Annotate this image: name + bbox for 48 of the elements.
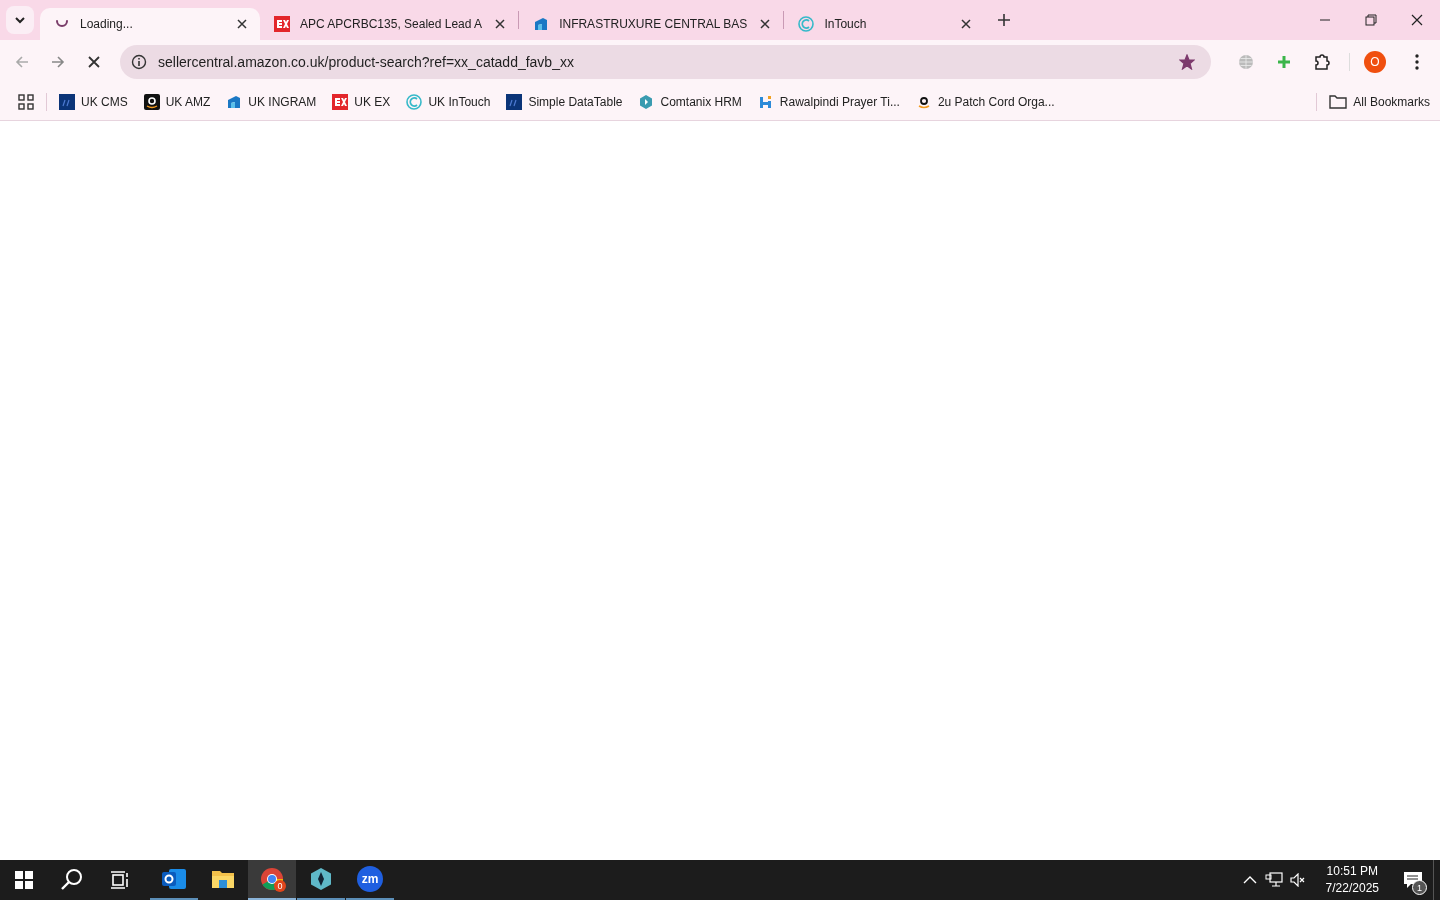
browser-tab[interactable]: APC APCRBC135, Sealed Lead A [260, 8, 519, 40]
browser-tab[interactable]: InTouch [784, 8, 985, 40]
bookmark-link[interactable]: UK INGRAM [248, 95, 317, 109]
df-logo-icon [506, 94, 523, 110]
tab-title: InTouch [824, 17, 868, 31]
loading-spinner-icon [56, 20, 68, 28]
notification-count-badge: 1 [1412, 880, 1427, 895]
ex-logo-icon [274, 16, 290, 32]
amazon-logo-icon [143, 94, 160, 110]
clock-date: 7/22/2025 [1325, 880, 1379, 897]
bookmark-link[interactable]: Comtanix HRM [660, 95, 742, 109]
folder-app-icon [211, 868, 235, 890]
bookmark-link[interactable]: UK AMZ [165, 95, 211, 109]
taskbar-app-button[interactable]: zm [346, 860, 394, 900]
tab-search-dropdown-icon[interactable] [6, 6, 34, 34]
intouch-logo-icon [406, 94, 423, 110]
ingram-logo-icon [533, 16, 550, 32]
tab-title: Loading... [80, 17, 134, 31]
taskbar-app-button[interactable]: 0 [248, 860, 296, 900]
hexagon-app-icon [309, 867, 333, 891]
browser-tab[interactable]: Loading... [40, 8, 260, 40]
intouch-logo-icon [798, 16, 815, 32]
folder-icon [1329, 95, 1348, 109]
h-logo-icon [757, 94, 774, 110]
bookmark-link[interactable]: 2u Patch Cord Orga... [937, 95, 1055, 109]
tab-title: APC APCRBC135, Sealed Lead A [300, 17, 483, 31]
ex-logo-icon [332, 94, 349, 110]
notification-count-badge: 0 [274, 880, 286, 892]
address-bar[interactable]: sellercentral.amazon.co.uk/product-search?ref=xx_catadd_favb_xx [120, 45, 1211, 79]
outlook-app-icon [161, 867, 187, 891]
url-text: sellercentral.amazon.co.uk/product-search?ref=xx_catadd_favb_xx [158, 54, 574, 70]
profile-avatar[interactable]: O [1364, 51, 1386, 73]
tab-title: INFRASTRUXURE CENTRAL BAS [559, 17, 748, 31]
df-logo-icon [59, 94, 75, 110]
ingram-logo-icon [226, 94, 243, 110]
bookmark-link[interactable]: Rawalpindi Prayer Ti... [779, 95, 900, 109]
bookmark-star-icon[interactable] [1177, 52, 1197, 72]
bookmark-link[interactable]: UK CMS [81, 95, 128, 109]
bookmark-link[interactable]: UK InTouch [428, 95, 491, 109]
bookmark-link[interactable]: UK EX [354, 95, 391, 109]
browser-tab[interactable]: INFRASTRUXURE CENTRAL BAS [519, 8, 784, 40]
bookmark-link[interactable]: Simple DataTable [528, 95, 623, 109]
hexagon-logo-icon [638, 94, 655, 110]
all-bookmarks-button[interactable]: All Bookmarks [1353, 95, 1430, 109]
clock[interactable]: 10:51 PM 7/22/2025 [1317, 863, 1387, 897]
zoom-app-icon: zm [357, 866, 383, 892]
clock-time: 10:51 PM [1326, 863, 1378, 880]
apps-grid-icon[interactable] [18, 94, 34, 110]
